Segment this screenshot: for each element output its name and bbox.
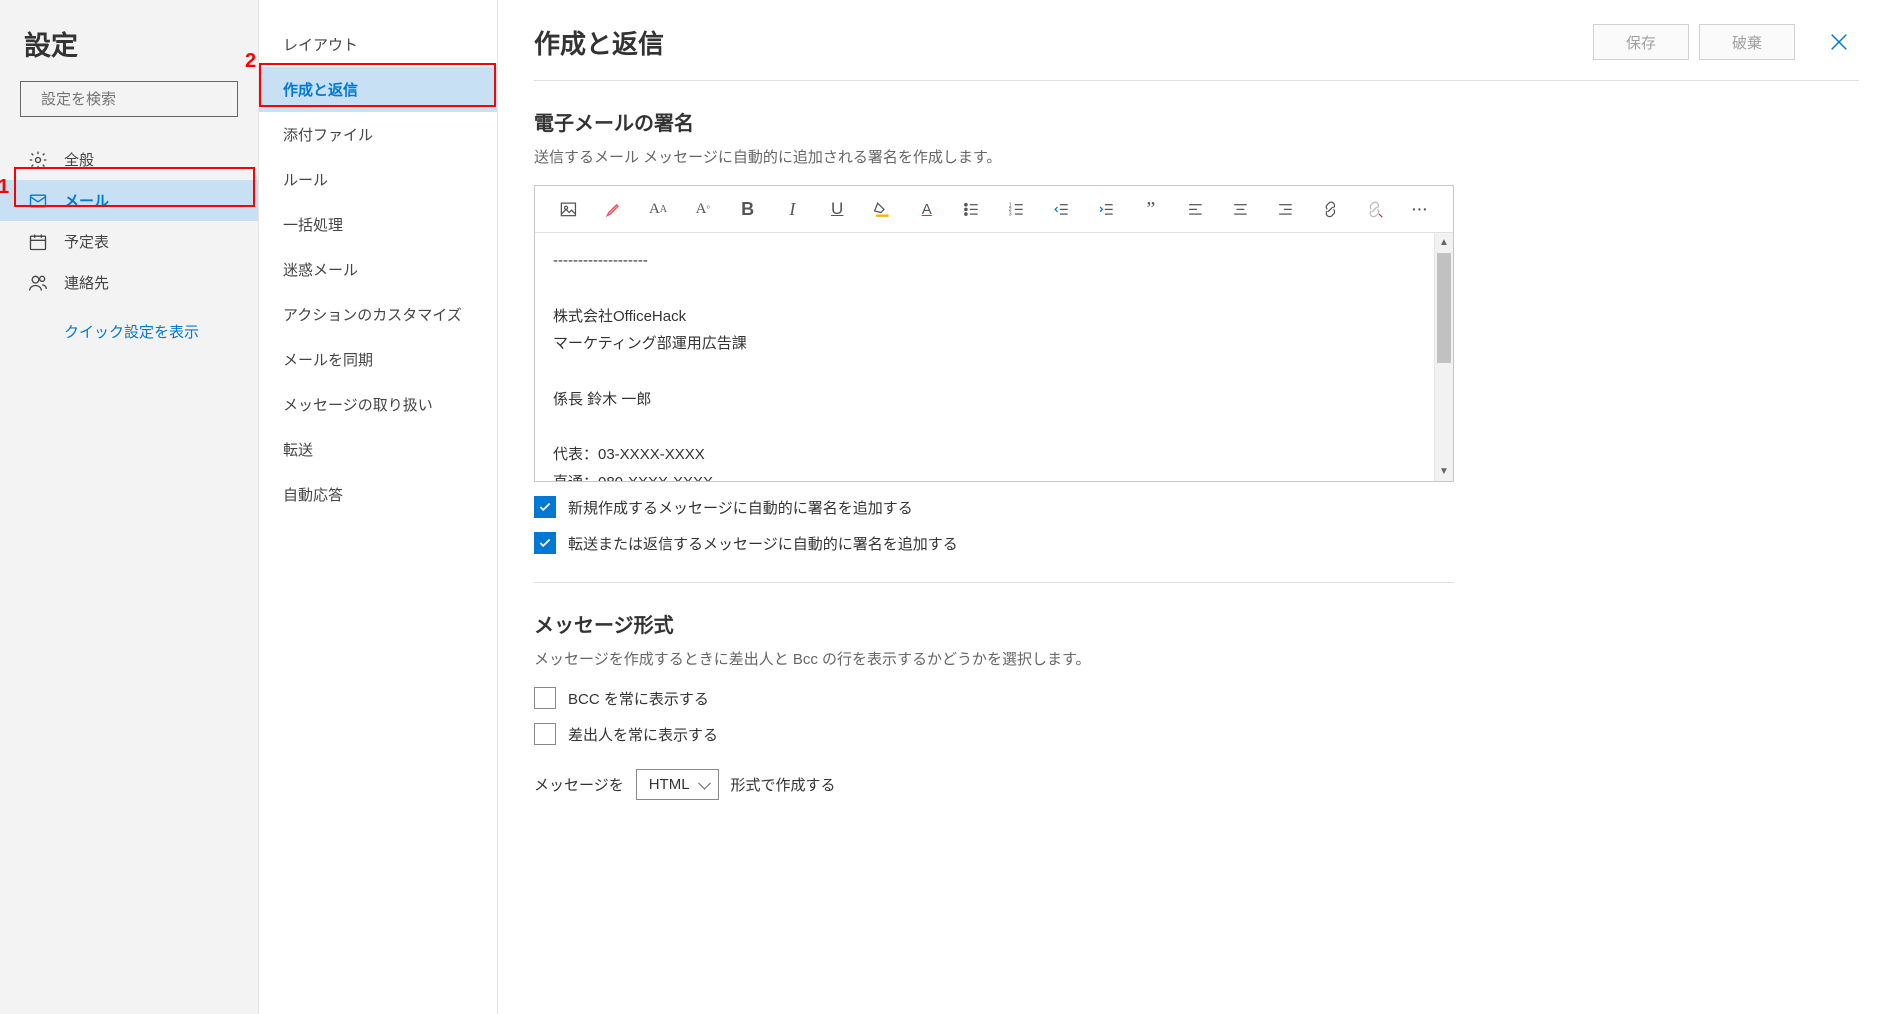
subnav-junk[interactable]: 迷惑メール	[259, 247, 497, 292]
check-icon	[538, 536, 552, 550]
category-general[interactable]: 全般	[0, 139, 258, 180]
checkbox-sign-reply[interactable]	[534, 532, 556, 554]
highlight-icon[interactable]	[604, 198, 623, 220]
checkbox-sign-new-label: 新規作成するメッセージに自動的に署名を追加する	[568, 497, 913, 518]
unlink-icon[interactable]	[1365, 198, 1384, 220]
quote-icon[interactable]: ”	[1141, 198, 1160, 220]
check-icon	[538, 500, 552, 514]
subnav-autoreply[interactable]: 自動応答	[259, 472, 497, 517]
category-label: メール	[64, 190, 109, 211]
main-content: 作成と返信 保存 破棄 電子メールの署名 送信するメール メッセージに自動的に追…	[498, 0, 1895, 1014]
subnav-sweep[interactable]: 一括処理	[259, 202, 497, 247]
close-icon	[1828, 31, 1850, 53]
format-section-desc: メッセージを作成するときに差出人と Bcc の行を表示するかどうかを選択します。	[534, 648, 1859, 669]
compose-format-suffix: 形式で作成する	[731, 774, 836, 795]
compose-format-prefix: メッセージを	[534, 774, 624, 795]
font-size-icon[interactable]: A°	[693, 198, 712, 220]
insert-image-icon[interactable]	[559, 198, 578, 220]
calendar-icon	[28, 232, 48, 252]
discard-button[interactable]: 破棄	[1699, 24, 1795, 60]
subnav-layout[interactable]: レイアウト	[259, 22, 497, 67]
category-label: 全般	[64, 149, 94, 170]
signature-textarea[interactable]: ------------------- 株式会社OfficeHack マーケティ…	[535, 233, 1434, 481]
settings-search-input[interactable]	[39, 90, 242, 109]
signature-section-desc: 送信するメール メッセージに自動的に追加される署名を作成します。	[534, 146, 1859, 167]
font-family-icon[interactable]: AA	[649, 198, 668, 220]
section-divider	[534, 582, 1454, 583]
settings-search[interactable]	[20, 81, 238, 117]
settings-sidebar: 設定 全般 メール 予定表	[0, 0, 259, 1014]
align-left-icon[interactable]	[1186, 198, 1205, 220]
subnav-customize[interactable]: アクションのカスタマイズ	[259, 292, 497, 337]
category-mail[interactable]: メール	[0, 180, 258, 221]
subnav-compose[interactable]: 作成と返信	[259, 67, 497, 112]
close-button[interactable]	[1819, 22, 1859, 62]
subnav-handling[interactable]: メッセージの取り扱い	[259, 382, 497, 427]
main-header: 作成と返信 保存 破棄	[534, 22, 1859, 81]
more-icon[interactable]	[1410, 198, 1429, 220]
outdent-icon[interactable]	[1052, 198, 1071, 220]
scroll-up-icon[interactable]: ▲	[1435, 233, 1453, 252]
indent-icon[interactable]	[1097, 198, 1116, 220]
compose-format-dropdown[interactable]: HTML	[636, 769, 719, 800]
settings-title: 設定	[0, 14, 258, 81]
page-title: 作成と返信	[534, 24, 1583, 61]
gear-icon	[28, 150, 48, 170]
mail-subnav: レイアウト 作成と返信 添付ファイル ルール 一括処理 迷惑メール アクションの…	[259, 0, 498, 1014]
checkbox-sign-new[interactable]	[534, 496, 556, 518]
subnav-attachments[interactable]: 添付ファイル	[259, 112, 497, 157]
align-right-icon[interactable]	[1276, 198, 1295, 220]
bullet-list-icon[interactable]	[962, 198, 981, 220]
italic-icon[interactable]: I	[783, 198, 802, 220]
subnav-forwarding[interactable]: 転送	[259, 427, 497, 472]
editor-scrollbar[interactable]: ▲ ▼	[1434, 233, 1453, 481]
category-label: 予定表	[64, 231, 109, 252]
format-section-title: メッセージ形式	[534, 609, 1859, 638]
highlight-color-icon[interactable]	[873, 198, 892, 220]
number-list-icon[interactable]: 123	[1007, 198, 1026, 220]
subnav-rules[interactable]: ルール	[259, 157, 497, 202]
subnav-sync[interactable]: メールを同期	[259, 337, 497, 382]
align-center-icon[interactable]	[1231, 198, 1250, 220]
bold-icon[interactable]: B	[738, 198, 757, 220]
checkbox-sign-reply-label: 転送または返信するメッセージに自動的に署名を追加する	[568, 533, 958, 554]
signature-editor: AA A° B I U A 123 ” ------------	[534, 185, 1454, 482]
svg-text:3: 3	[1009, 211, 1012, 217]
category-label: 連絡先	[64, 272, 109, 293]
scroll-down-icon[interactable]: ▼	[1435, 462, 1453, 481]
editor-toolbar: AA A° B I U A 123 ”	[535, 186, 1453, 233]
compose-format-value: HTML	[649, 776, 690, 793]
underline-icon[interactable]: U	[828, 198, 847, 220]
checkbox-show-bcc[interactable]	[534, 687, 556, 709]
category-calendar[interactable]: 予定表	[0, 221, 258, 262]
checkbox-show-from-label: 差出人を常に表示する	[568, 724, 718, 745]
save-button[interactable]: 保存	[1593, 24, 1689, 60]
category-people[interactable]: 連絡先	[0, 262, 258, 303]
signature-section-title: 電子メールの署名	[534, 107, 1859, 136]
checkbox-show-from[interactable]	[534, 723, 556, 745]
quick-settings-link[interactable]: クイック設定を表示	[0, 303, 258, 342]
mail-icon	[28, 191, 48, 211]
link-icon[interactable]	[1321, 198, 1340, 220]
scroll-thumb[interactable]	[1437, 253, 1451, 363]
checkbox-show-bcc-label: BCC を常に表示する	[568, 688, 709, 709]
people-icon	[28, 273, 48, 293]
font-color-icon[interactable]: A	[917, 198, 936, 220]
